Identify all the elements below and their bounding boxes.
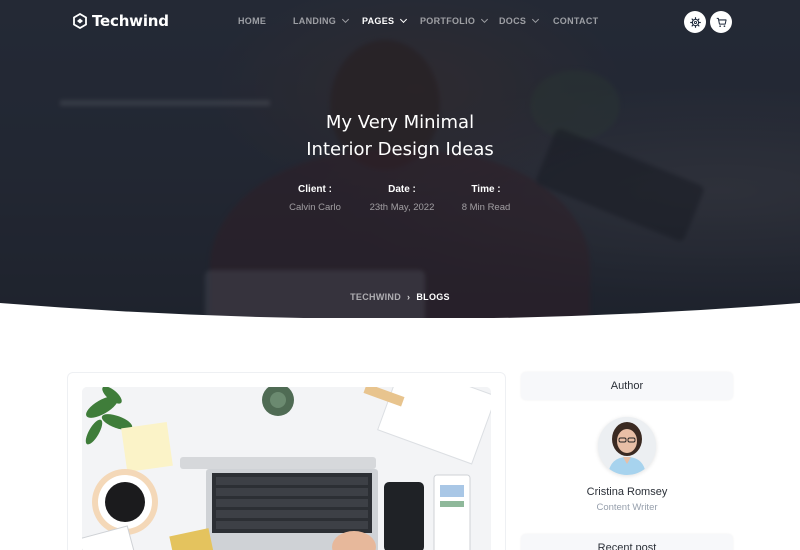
page-title: My Very Minimal Interior Design Ideas: [0, 109, 800, 163]
hero-curve: [0, 303, 800, 325]
cart-icon: [716, 17, 727, 27]
nav-landing[interactable]: LANDING: [293, 15, 350, 26]
page-title-line2: Interior Design Ideas: [306, 139, 494, 160]
settings-button[interactable]: [684, 11, 706, 33]
chevron-down-icon: [342, 15, 350, 24]
breadcrumb-root[interactable]: TECHWIND: [350, 292, 401, 302]
workspace-illustration: [82, 387, 491, 550]
cart-button[interactable]: [710, 11, 732, 33]
nav-docs[interactable]: DOCS: [499, 15, 540, 26]
breadcrumb: TECHWIND › BLOGS: [0, 292, 800, 302]
meta-client-label: Client :: [298, 184, 332, 195]
breadcrumb-current: BLOGS: [416, 292, 450, 302]
meta-time: Time : 8 Min Read: [436, 184, 536, 213]
meta-time-label: Time :: [471, 184, 501, 195]
avatar: [598, 417, 656, 475]
nav-contact[interactable]: CONTACT: [553, 16, 598, 26]
nav-contact-label: CONTACT: [553, 16, 599, 26]
breadcrumb-separator: ›: [407, 292, 411, 302]
chevron-down-icon: [532, 15, 540, 24]
chevron-down-icon: [400, 15, 408, 24]
main-nav: HOME LANDING PAGES PORTFOLIO DOCS CONTAC…: [0, 15, 800, 28]
chevron-down-icon: [481, 15, 489, 24]
page-title-line1: My Very Minimal: [325, 112, 475, 133]
author-photo: [598, 417, 656, 475]
author-role: Content Writer: [596, 502, 658, 513]
nav-pages-label: PAGES: [362, 16, 395, 26]
recent-post-heading: Recent post: [521, 534, 733, 550]
nav-docs-label: DOCS: [499, 16, 527, 26]
gear-icon: [689, 16, 701, 28]
meta-time-value: 8 Min Read: [461, 202, 511, 213]
nav-portfolio-label: PORTFOLIO: [420, 16, 476, 26]
author-name[interactable]: Cristina Romsey: [521, 486, 733, 498]
blog-cover-image: [82, 387, 491, 550]
nav-landing-label: LANDING: [293, 16, 337, 26]
nav-home[interactable]: HOME: [238, 16, 266, 26]
nav-home-label: HOME: [238, 16, 267, 26]
meta-client-value: Calvin Carlo: [289, 202, 341, 213]
author-heading: Author: [521, 372, 733, 400]
nav-pages[interactable]: PAGES: [362, 15, 408, 26]
meta-client: Client : Calvin Carlo: [265, 184, 365, 213]
nav-portfolio[interactable]: PORTFOLIO: [420, 15, 489, 26]
